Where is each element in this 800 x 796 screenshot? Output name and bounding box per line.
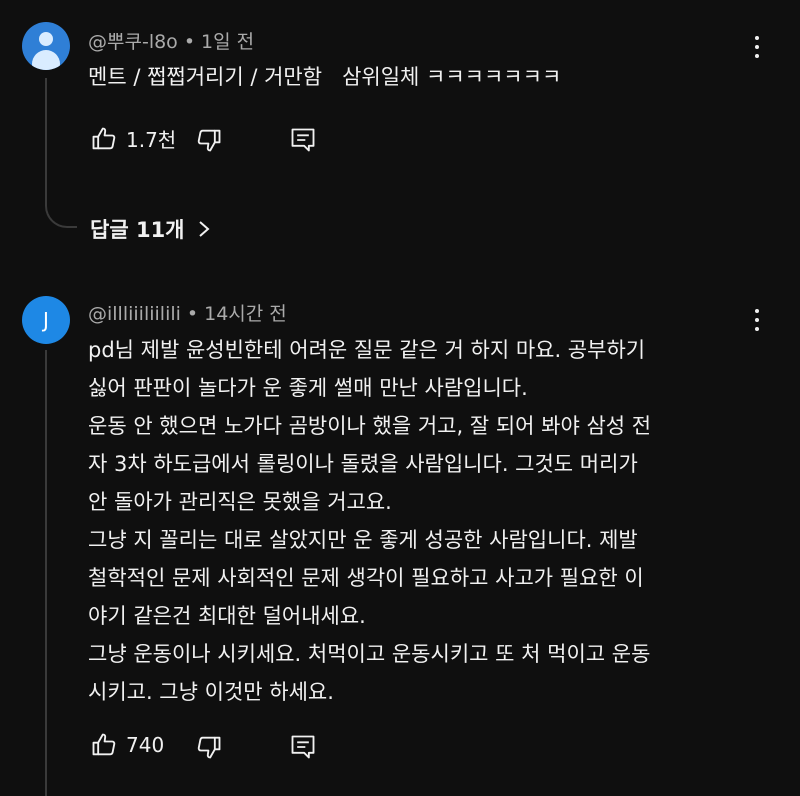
like-count: 1.7천 [126,128,177,152]
comment-author[interactable]: @illliiiliilili [88,303,181,325]
replies-label: 답글 11개 [90,218,185,242]
like-button[interactable]: 740 [90,731,164,759]
dislike-button[interactable] [195,126,223,154]
comment-meta: @뿌쿠-l8o • 1일 전 [88,31,255,53]
comment-icon [291,735,315,759]
comment-author[interactable]: @뿌쿠-l8o [88,31,178,53]
thumbs-down-icon [197,129,221,152]
thread-line [45,350,47,796]
view-replies-button[interactable]: 답글 11개 [90,214,211,244]
comment-icon [291,128,315,152]
chevron-right-icon [198,221,210,237]
comment-time[interactable]: 1일 전 [201,31,254,53]
comment-time[interactable]: 14시간 전 [204,303,287,325]
more-options-icon[interactable] [745,303,769,337]
thread-curve [45,180,77,228]
reply-button[interactable] [289,126,317,154]
like-button[interactable]: 1.7천 [90,124,176,153]
avatar[interactable] [22,22,70,70]
thumbs-up-icon [92,127,116,149]
comment-text: pd님 제발 윤성빈한테 어려운 질문 같은 거 하지 마요. 공부하기 싫어 … [88,338,652,704]
thumbs-down-icon [197,736,221,759]
reply-button[interactable] [289,733,317,761]
comment-meta: @illliiiliilili • 14시간 전 [88,303,287,325]
comment-text: 멘트 / 쩝쩝거리기 / 거만함 삼위일체 ㅋㅋㅋㅋㅋㅋㅋ [88,65,562,89]
thumbs-up-icon [92,733,116,756]
like-count: 740 [126,733,165,757]
more-options-icon[interactable] [745,30,769,64]
dislike-button[interactable] [195,733,223,761]
person-icon [39,32,53,46]
avatar[interactable]: J [22,296,70,344]
